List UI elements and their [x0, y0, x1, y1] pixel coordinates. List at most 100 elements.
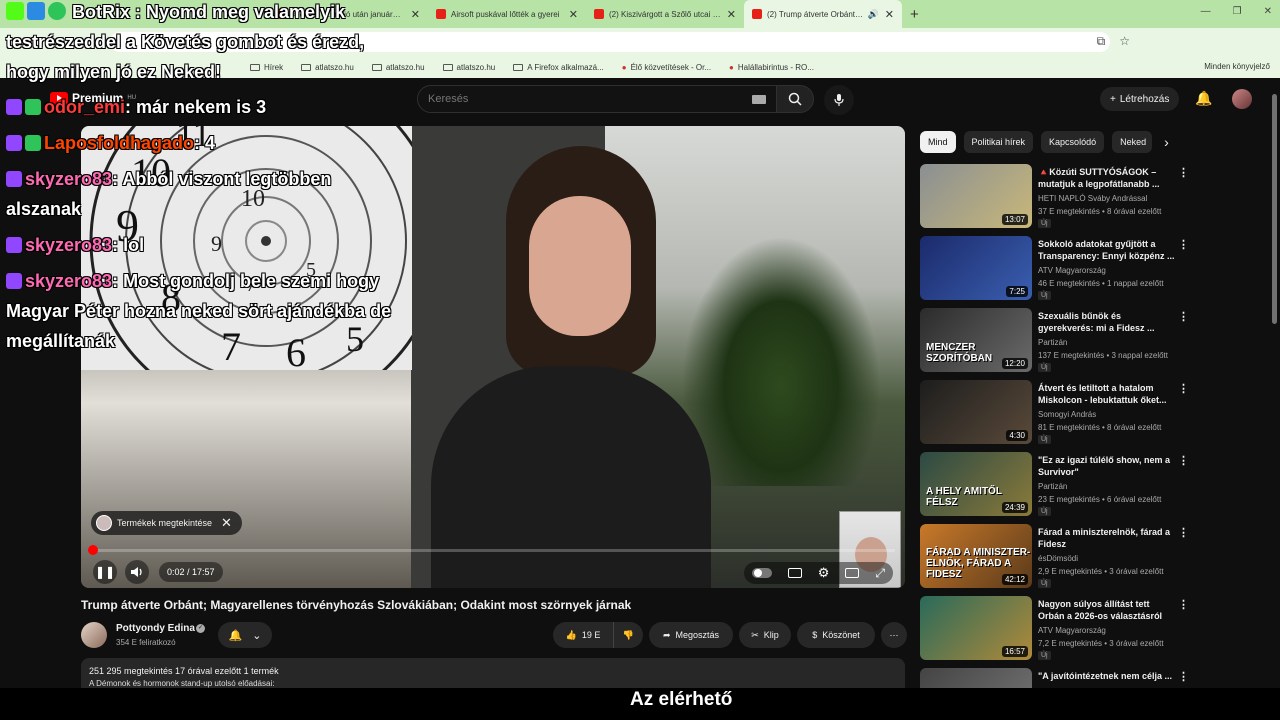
- recommendation-item[interactable]: 16:57 Nagyon súlyos állítást tett Orbán a…: [920, 596, 1270, 668]
- fullscreen-icon[interactable]: ⤢: [875, 566, 885, 581]
- recommendation-title[interactable]: Nagyon súlyos állítást tett Orbán a 2026…: [1038, 598, 1178, 622]
- recommendation-channel[interactable]: Partizán: [1038, 338, 1067, 347]
- thanks-button[interactable]: $ Köszönet: [797, 622, 875, 648]
- progress-bar[interactable]: [87, 545, 895, 555]
- browser-tab[interactable]: 4 év és 62 millió után januárban ✕: [270, 0, 428, 28]
- bookmark-item[interactable]: atlatszo.hu: [442, 63, 495, 72]
- recommendation-channel[interactable]: Somogyi András: [1038, 410, 1096, 419]
- volume-button[interactable]: [125, 560, 149, 584]
- maximize-icon[interactable]: ❐: [1233, 6, 1242, 17]
- recommendation-channel[interactable]: HETI NAPLÓ Sváby Andrással: [1038, 194, 1147, 203]
- chevron-right-icon[interactable]: ›: [1164, 131, 1169, 153]
- kebab-menu-icon[interactable]: ⋮: [1178, 598, 1189, 611]
- recommendation-channel[interactable]: ATV Magyarország: [1038, 626, 1106, 635]
- video-thumbnail[interactable]: 7:25: [920, 236, 1032, 300]
- pip-icon[interactable]: ⧉: [1097, 34, 1106, 49]
- keyboard-icon[interactable]: [752, 94, 766, 104]
- settings-gear-icon[interactable]: ⚙: [818, 565, 830, 581]
- progress-scrubber[interactable]: [87, 545, 98, 555]
- voice-search-button[interactable]: [824, 85, 854, 115]
- bookmark-item[interactable]: atlatszo.hu: [301, 63, 354, 72]
- kebab-menu-icon[interactable]: ⋮: [1178, 526, 1189, 539]
- new-tab-icon[interactable]: +: [910, 6, 919, 23]
- kebab-menu-icon[interactable]: ⋮: [1178, 238, 1189, 251]
- bookmark-item[interactable]: atlatszo.hu: [371, 63, 425, 72]
- star-icon[interactable]: ☆: [1119, 34, 1130, 49]
- bookmark-item[interactable]: ● Élő közvetítések - Or...: [622, 63, 711, 72]
- kebab-menu-icon[interactable]: ⋮: [1178, 454, 1189, 467]
- page-scrollbar[interactable]: [1271, 84, 1278, 684]
- browser-tab-active[interactable]: (2) Trump átverte Orbánt; M 🔊 ✕: [744, 0, 902, 28]
- more-actions-button[interactable]: ⋯: [881, 622, 907, 648]
- scissors-icon: ✂: [751, 629, 759, 640]
- kebab-menu-icon[interactable]: ⋮: [1178, 166, 1189, 179]
- browser-tab[interactable]: (2) Kiszivárgott a Szőlő utcai javí ✕: [586, 0, 744, 28]
- close-window-icon[interactable]: ✕: [1264, 6, 1272, 17]
- like-button[interactable]: 👍 19 E: [553, 622, 613, 648]
- recommendation-channel[interactable]: Partizán: [1038, 482, 1067, 491]
- pause-button[interactable]: ❚❚: [93, 560, 117, 584]
- channel-name[interactable]: Pottyondy Edina: [116, 623, 195, 634]
- recommendation-item[interactable]: 13:07 🔺Közúti SUTTYÓSÁGOK – mutatjuk a le…: [920, 164, 1270, 236]
- recommendation-title[interactable]: 🔺Közúti SUTTYÓSÁGOK – mutatjuk a legpofá…: [1038, 166, 1178, 190]
- browser-tab[interactable]: Airsoft puskával lőtték a gyerei ✕: [428, 0, 586, 28]
- speaker-icon[interactable]: 🔊: [868, 9, 879, 20]
- url-field[interactable]: [110, 32, 1110, 52]
- kebab-menu-icon[interactable]: ⋮: [1178, 670, 1189, 683]
- minimize-icon[interactable]: —: [1201, 6, 1211, 17]
- tab-close-icon[interactable]: ✕: [411, 8, 420, 21]
- search-input[interactable]: [428, 93, 752, 105]
- video-player[interactable]: 9 10 11 8 7 6 5 10 9 7 5 Termékek megtek…: [81, 126, 905, 588]
- notifications-bell-icon[interactable]: 🔔: [1195, 90, 1212, 107]
- kebab-menu-icon[interactable]: ⋮: [1178, 382, 1189, 395]
- video-thumbnail[interactable]: FÁRAD A MINISZTER-ELNÖK, FÁRAD A FIDESZ 4…: [920, 524, 1032, 588]
- bookmark-item[interactable]: ● Halállabirintus - RO...: [729, 63, 814, 72]
- recommendation-title[interactable]: "A javítóintézetnek nem célja ...: [1038, 670, 1178, 682]
- chip-related[interactable]: Kapcsolódó: [1041, 131, 1105, 153]
- search-button[interactable]: [776, 85, 814, 113]
- chip-all[interactable]: Mind: [920, 131, 956, 153]
- tab-close-icon[interactable]: ✕: [885, 8, 894, 21]
- video-thumbnail[interactable]: MENCZER SZORÍTÓBAN 12:20: [920, 308, 1032, 372]
- recommendation-item[interactable]: 4:30 Átvert és letiltott a hatalom Miskol…: [920, 380, 1270, 452]
- recommendation-item[interactable]: FÁRAD A MINISZTER-ELNÖK, FÁRAD A FIDESZ 4…: [920, 524, 1270, 596]
- kebab-menu-icon[interactable]: ⋮: [1178, 310, 1189, 323]
- bookmark-item[interactable]: A Firefox alkalmazá...: [513, 63, 604, 72]
- chip-political-news[interactable]: Politikai hírek: [963, 131, 1034, 153]
- dislike-button[interactable]: 👎: [613, 622, 643, 648]
- theater-mode-icon[interactable]: [845, 568, 860, 578]
- video-thumbnail[interactable]: 4:30: [920, 380, 1032, 444]
- address-icons: ⧉ ☆: [1097, 34, 1130, 49]
- all-bookmarks[interactable]: Minden könyvjelző: [1204, 62, 1270, 71]
- autoplay-toggle[interactable]: [751, 568, 772, 578]
- recommendation-title[interactable]: Fárad a miniszterelnök, fárad a Fidesz: [1038, 526, 1178, 550]
- browser-tab-first[interactable]: [0, 0, 270, 28]
- recommendation-title[interactable]: Átvert és letiltott a hatalom Miskolcon …: [1038, 382, 1178, 406]
- video-thumbnail[interactable]: 13:07: [920, 164, 1032, 228]
- bookmark-item[interactable]: Hírek: [250, 63, 283, 72]
- youtube-logo[interactable]: Premium HU: [50, 91, 136, 105]
- recommendation-title[interactable]: "Ez az igazi túlélő show, nem a Survivor…: [1038, 454, 1178, 478]
- chip-for-you[interactable]: Neked: [1112, 131, 1153, 153]
- subscribed-notifications-button[interactable]: 🔔 ⌄: [218, 622, 272, 648]
- view-products-chip[interactable]: Termékek megtekintése ✕: [91, 511, 242, 535]
- recommendation-title[interactable]: Sokkoló adatokat gyűjtött a Transparency…: [1038, 238, 1178, 262]
- recommendation-channel[interactable]: ATV Magyarország: [1038, 266, 1106, 275]
- scrollbar-thumb[interactable]: [1272, 94, 1277, 324]
- channel-avatar[interactable]: [81, 622, 107, 648]
- recommendation-item[interactable]: A HELY AMITŐL FÉLSZ 24:39 "Ez az igazi túl…: [920, 452, 1270, 524]
- recommendation-channel[interactable]: ésDömsödi: [1038, 554, 1078, 563]
- recommendation-item[interactable]: 7:25 Sokkoló adatokat gyűjtött a Transpar…: [920, 236, 1270, 308]
- share-button[interactable]: ➦ Megosztás: [649, 622, 733, 648]
- account-avatar[interactable]: [1232, 89, 1252, 109]
- subtitles-icon[interactable]: [787, 568, 802, 578]
- video-thumbnail[interactable]: A HELY AMITŐL FÉLSZ 24:39: [920, 452, 1032, 516]
- recommendation-title[interactable]: Szexuális bűnök és gyerekverés: mi a Fid…: [1038, 310, 1178, 334]
- create-button[interactable]: + Létrehozás: [1100, 87, 1180, 111]
- recommendation-item[interactable]: MENCZER SZORÍTÓBAN 12:20 Szexuális bűnök é…: [920, 308, 1270, 380]
- clip-button[interactable]: ✂ Klip: [739, 622, 791, 648]
- tab-close-icon[interactable]: ✕: [727, 8, 736, 21]
- tab-close-icon[interactable]: ✕: [569, 8, 578, 21]
- video-thumbnail[interactable]: 16:57: [920, 596, 1032, 660]
- close-icon[interactable]: ✕: [221, 515, 232, 531]
